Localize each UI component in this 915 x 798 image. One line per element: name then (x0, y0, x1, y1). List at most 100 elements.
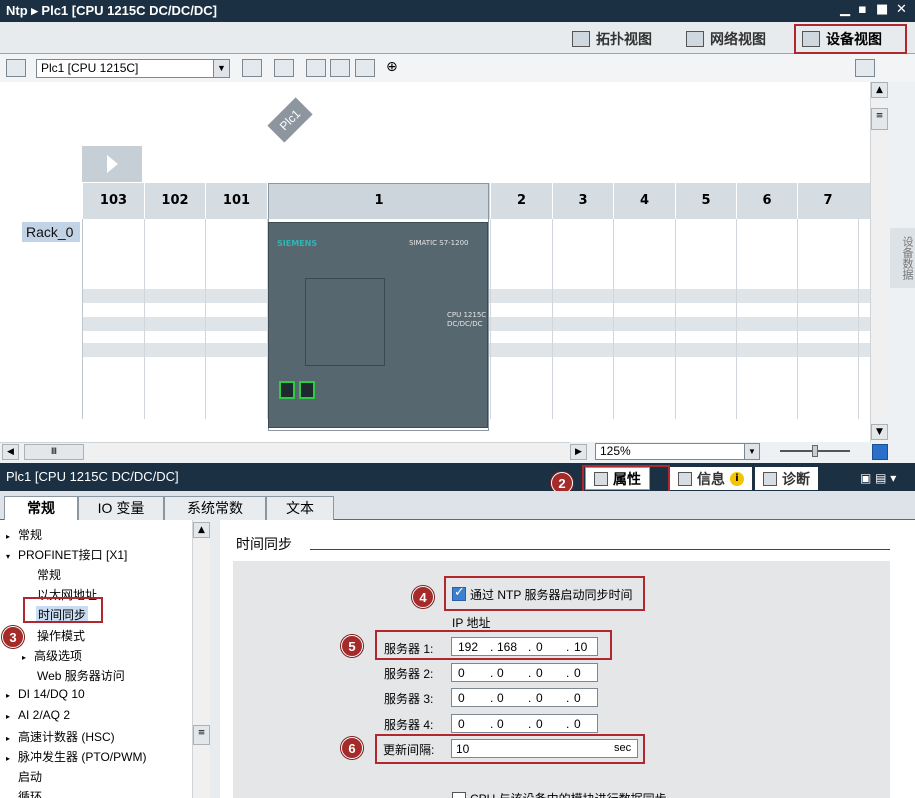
tree-item-pulse-generator[interactable]: ▸ 脉冲发生器 (PTO/PWM) (6, 748, 146, 765)
hscroll-thumb[interactable]: Ⅲ (24, 444, 84, 460)
tree-item-label: 脉冲发生器 (PTO/PWM) (18, 750, 147, 764)
chevron-down-icon[interactable]: ▼ (744, 444, 759, 459)
topology-icon (572, 31, 590, 47)
minimize-icon[interactable]: ▁ (840, 2, 850, 17)
slot-divider (858, 219, 859, 419)
ip-octet[interactable]: 0 (536, 666, 543, 680)
grid-icon[interactable] (330, 59, 350, 77)
scroll-left-icon[interactable]: ◀ (2, 444, 19, 460)
device-select[interactable]: Plc1 [CPU 1215C] ▼ (36, 59, 230, 78)
scroll-thumb[interactable]: ≡ (871, 108, 888, 130)
ip-octet[interactable]: 0 (574, 691, 581, 705)
slot-divider (675, 219, 676, 419)
ip-octet[interactable]: 0 (536, 691, 543, 705)
cpu-model-line1: CPU 1215C (447, 311, 487, 319)
subtab-io-tags[interactable]: IO 变量 (78, 496, 164, 520)
rack-expand-button[interactable] (82, 146, 142, 182)
close-icon[interactable]: ✕ (896, 2, 907, 17)
tree-item-startup[interactable]: 启动 (18, 768, 42, 785)
server-4-ip-input[interactable]: 0 . 0 . 0 . 0 (451, 714, 598, 733)
chevron-right-icon[interactable]: ▸ (6, 712, 18, 721)
ip-octet[interactable]: 0 (536, 717, 543, 731)
tree-item-operating-mode[interactable]: 操作模式 (37, 627, 85, 644)
panel-layout-icon[interactable]: ▣ ▤ ▾ (860, 471, 896, 485)
overview-navigation-icon[interactable] (872, 444, 888, 460)
restore-icon[interactable]: ▪ (858, 2, 867, 17)
cpu-module[interactable]: SIEMENS SIMATIC S7-1200 CPU 1215C DC/DC/… (268, 222, 488, 428)
show-module-icon[interactable] (306, 59, 326, 77)
scroll-up-icon[interactable]: ▲ (871, 82, 888, 98)
ip-octet[interactable]: 0 (574, 666, 581, 680)
tree-item-profinet[interactable]: ▾ PROFINET接口 [X1] (6, 546, 127, 563)
zoom-slider-handle[interactable] (812, 445, 818, 457)
page-icon[interactable] (355, 59, 375, 77)
cpu-sync-checkbox[interactable] (452, 792, 466, 798)
rack-name-label[interactable]: Rack_0 (22, 222, 80, 242)
slot-header-101: 101 (205, 183, 267, 219)
scroll-up-icon[interactable]: ▲ (193, 522, 210, 538)
rename-icon[interactable] (274, 59, 294, 77)
tab-topology-view[interactable]: 拓扑视图 (572, 27, 652, 51)
properties-icon[interactable] (242, 59, 262, 77)
cpu-display-area (305, 278, 385, 366)
ip-octet[interactable]: 0 (497, 717, 504, 731)
tree-scroll-thumb[interactable]: ≡ (193, 725, 210, 745)
ip-octet[interactable]: 0 (458, 666, 465, 680)
tree-item-ai-aq[interactable]: ▸ AI 2/AQ 2 (6, 708, 70, 722)
slot-divider (797, 219, 798, 419)
chevron-right-icon[interactable]: ▸ (6, 734, 18, 743)
network-tree-icon[interactable] (6, 59, 26, 77)
slot-header-6: 6 (736, 183, 797, 219)
cpu-model-label: CPU 1215C DC/DC/DC (447, 311, 486, 329)
tree-item-cycle[interactable]: 循环 (18, 788, 42, 798)
ip-octet[interactable]: 0 (497, 691, 504, 705)
highlight-time-sync-item (23, 597, 103, 623)
server-2-ip-input[interactable]: 0 . 0 . 0 . 0 (451, 663, 598, 682)
panel-splitter[interactable] (210, 520, 220, 798)
tree-item-hsc[interactable]: ▸ 高速计数器 (HSC) (6, 728, 115, 745)
subtab-system-constants[interactable]: 系统常数 (164, 496, 266, 520)
chevron-down-icon[interactable]: ▼ (213, 60, 229, 77)
chevron-right-icon[interactable]: ▸ (22, 653, 34, 662)
tab-info-label: 信息 (697, 471, 725, 488)
tree-item-di-dq[interactable]: ▸ DI 14/DQ 10 (6, 687, 85, 701)
ip-octet[interactable]: 0 (458, 691, 465, 705)
profinet-port-1[interactable] (279, 381, 295, 399)
tree-item-profinet-general[interactable]: 常规 (37, 566, 61, 583)
chevron-right-icon[interactable]: ▸ (6, 691, 18, 700)
subtab-general[interactable]: 常规 (4, 496, 78, 521)
tree-item-label: 高速计数器 (HSC) (18, 730, 115, 744)
ip-octet[interactable]: 0 (497, 666, 504, 680)
tree-item-label: DI 14/DQ 10 (18, 687, 85, 701)
overview-icon[interactable] (855, 59, 875, 77)
ip-octet[interactable]: 0 (458, 717, 465, 731)
zoom-value: 125% (600, 444, 631, 458)
tab-diagnostics[interactable]: 诊断 (755, 467, 818, 490)
tree-scrollbar[interactable]: ▲ ≡ (192, 520, 210, 798)
side-task-card-tab[interactable]: 设备数据 (890, 228, 915, 288)
tree-item-web-server[interactable]: Web 服务器访问 (37, 667, 125, 684)
tab-info[interactable]: 信息 i (670, 467, 752, 490)
canvas-horizontal-scrollbar[interactable]: ◀ Ⅲ ▶ (0, 442, 587, 460)
slot-divider (144, 219, 145, 419)
tree-item-general[interactable]: ▸ 常规 (6, 526, 42, 543)
tree-item-advanced-options[interactable]: ▸ 高级选项 (22, 647, 82, 664)
step-badge-4: 4 (412, 586, 434, 608)
zoom-icon[interactable]: ⊕ (386, 59, 406, 77)
tab-network-view[interactable]: 网络视图 (686, 27, 766, 51)
inspector-subtabs: 常规 IO 变量 系统常数 文本 (0, 491, 915, 521)
zoom-select[interactable]: 125% ▼ (595, 443, 760, 460)
chevron-right-icon[interactable]: ▸ (6, 532, 18, 541)
maximize-icon[interactable]: ■ (876, 2, 888, 17)
profinet-port-2[interactable] (299, 381, 315, 399)
tree-item-label: 高级选项 (34, 649, 83, 663)
canvas-vertical-scrollbar[interactable]: ▲ ≡ ▼ (870, 82, 888, 442)
ip-octet[interactable]: 0 (574, 717, 581, 731)
chevron-down-icon[interactable]: ▾ (6, 552, 18, 561)
chevron-right-icon[interactable]: ▸ (6, 754, 18, 763)
scroll-down-icon[interactable]: ▼ (871, 424, 888, 440)
subtab-texts[interactable]: 文本 (266, 496, 334, 520)
scroll-right-icon[interactable]: ▶ (570, 444, 587, 460)
slot-header-4: 4 (613, 183, 675, 219)
server-3-ip-input[interactable]: 0 . 0 . 0 . 0 (451, 688, 598, 707)
